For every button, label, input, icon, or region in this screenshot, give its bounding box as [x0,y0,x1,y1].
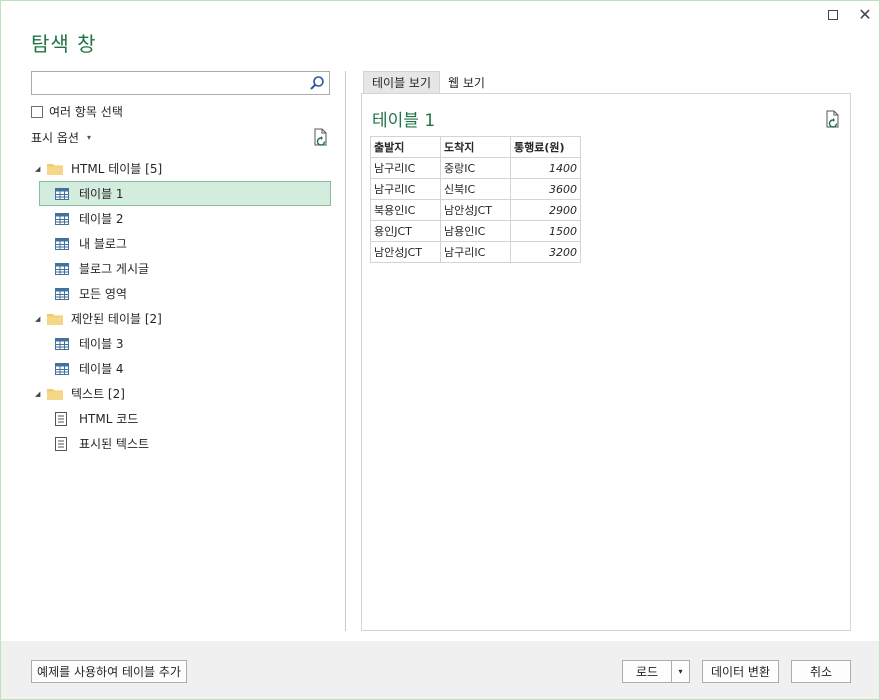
tree-item-html-code[interactable]: HTML 코드 [31,406,331,431]
tree-item-table-4[interactable]: 테이블 4 [31,356,331,381]
table-icon [55,287,69,300]
tree-item-table-1[interactable]: 테이블 1 [39,181,331,206]
column-header: 출발지 [370,136,441,158]
display-options-dropdown[interactable]: 표시 옵션 ▾ [31,129,91,146]
multi-select-label: 여러 항목 선택 [49,105,123,119]
table-cell: 남안성JCT [440,199,511,221]
collapse-triangle-icon[interactable]: ◢ [35,315,45,323]
folder-icon [47,389,63,400]
tree-item-table-2[interactable]: 테이블 2 [31,206,331,231]
tree-folder-label: HTML 테이블 [5] [71,162,163,176]
table-cell: 남안성JCT [370,241,441,263]
navigator-tree: ◢ HTML 테이블 [5] 테이블 1 테이블 2 내 블로그 블로그 게시글… [31,156,331,456]
tree-item-label: 테이블 2 [79,212,124,226]
table-cell: 남구리IC [370,157,441,179]
table-row: 남구리IC 중랑IC 1400 [370,157,581,179]
table-row: 용인JCT 남용인IC 1500 [370,220,581,242]
table-cell: 남구리IC [440,241,511,263]
document-icon [55,411,67,426]
search-icon [310,76,324,90]
folder-icon [47,164,63,175]
tree-item-label: 테이블 1 [79,187,124,201]
dialog-footer: 예제를 사용하여 테이블 추가 로드 ▾ 데이터 변환 취소 [1,641,879,699]
close-button[interactable]: ✕ [853,5,877,25]
tree-item-blog-posts[interactable]: 블로그 게시글 [31,256,331,281]
multi-select-option[interactable]: 여러 항목 선택 [31,103,123,120]
table-cell: 남용인IC [440,220,511,242]
table-row: 남구리IC 신북IC 3600 [370,178,581,200]
navigator-window: ✕ 탐색 창 여러 항목 선택 표시 옵션 ▾ ◢ HTML 테이블 [5] 테… [0,0,880,700]
table-cell: 3600 [510,178,581,200]
table-cell: 1500 [510,220,581,242]
table-cell: 남구리IC [370,178,441,200]
tree-item-my-blog[interactable]: 내 블로그 [31,231,331,256]
tree-item-label: 모든 영역 [79,287,127,301]
table-icon [55,212,69,225]
table-icon [55,362,69,375]
tab-web-view[interactable]: 웹 보기 [440,71,493,93]
table-cell: 북용인IC [370,199,441,221]
chevron-down-icon: ▾ [86,133,91,142]
table-icon [55,187,69,200]
refresh-icon[interactable] [312,128,330,146]
collapse-triangle-icon[interactable]: ◢ [35,165,45,173]
add-table-using-examples-button[interactable]: 예제를 사용하여 테이블 추가 [31,660,187,683]
transform-data-button[interactable]: 데이터 변환 [702,660,779,683]
close-icon: ✕ [858,5,872,24]
tree-item-label: 테이블 3 [79,337,124,351]
table-icon [55,237,69,250]
collapse-triangle-icon[interactable]: ◢ [35,390,45,398]
table-cell: 용인JCT [370,220,441,242]
load-dropdown-button[interactable]: ▾ [671,660,690,683]
column-header: 통행료(원) [510,136,581,158]
table-row: 남안성JCT 남구리IC 3200 [370,241,581,263]
cancel-button[interactable]: 취소 [791,660,851,683]
refresh-icon[interactable] [824,110,842,128]
table-cell: 1400 [510,157,581,179]
tree-folder-text[interactable]: ◢ 텍스트 [2] [31,381,331,406]
tree-item-label: 표시된 텍스트 [79,437,150,451]
tree-item-label: 테이블 4 [79,362,124,376]
tab-table-view[interactable]: 테이블 보기 [363,71,441,93]
multi-select-checkbox[interactable] [31,105,43,118]
maximize-icon [828,10,838,20]
tree-folder-label: 제안된 테이블 [2] [71,312,162,326]
document-icon [55,436,67,451]
view-tabs: 테이블 보기 웹 보기 [363,71,493,93]
table-cell: 신북IC [440,178,511,200]
tree-item-label: HTML 코드 [79,412,139,426]
tree-folder-label: 텍스트 [2] [71,387,125,401]
tree-item-label: 블로그 게시글 [79,262,150,276]
tree-folder-suggested-tables[interactable]: ◢ 제안된 테이블 [2] [31,306,331,331]
preview-title: 테이블 1 [372,111,436,131]
table-icon [55,262,69,275]
preview-table: 출발지 도착지 통행료(원) 남구리IC 중랑IC 1400 남구리IC 신북I… [370,136,581,263]
tree-item-label: 내 블로그 [79,237,127,251]
table-cell: 중랑IC [440,157,511,179]
column-header: 도착지 [440,136,511,158]
tree-item-displayed-text[interactable]: 표시된 텍스트 [31,431,331,456]
load-button[interactable]: 로드 [622,660,672,683]
maximize-button[interactable] [821,5,845,25]
display-options-label: 표시 옵션 [31,131,79,145]
tree-item-all-areas[interactable]: 모든 영역 [31,281,331,306]
table-cell: 3200 [510,241,581,263]
preview-panel: 테이블 1 출발지 도착지 통행료(원) 남구리IC 중랑IC 1400 남구리… [361,93,851,631]
tree-folder-html-tables[interactable]: ◢ HTML 테이블 [5] [31,156,331,181]
table-row: 북용인IC 남안성JCT 2900 [370,199,581,221]
panel-divider[interactable] [345,71,346,631]
search-input[interactable] [31,71,330,95]
table-header-row: 출발지 도착지 통행료(원) [370,136,581,158]
folder-icon [47,314,63,325]
table-cell: 2900 [510,199,581,221]
tree-item-table-3[interactable]: 테이블 3 [31,331,331,356]
window-title: 탐색 창 [31,32,97,56]
table-icon [55,337,69,350]
